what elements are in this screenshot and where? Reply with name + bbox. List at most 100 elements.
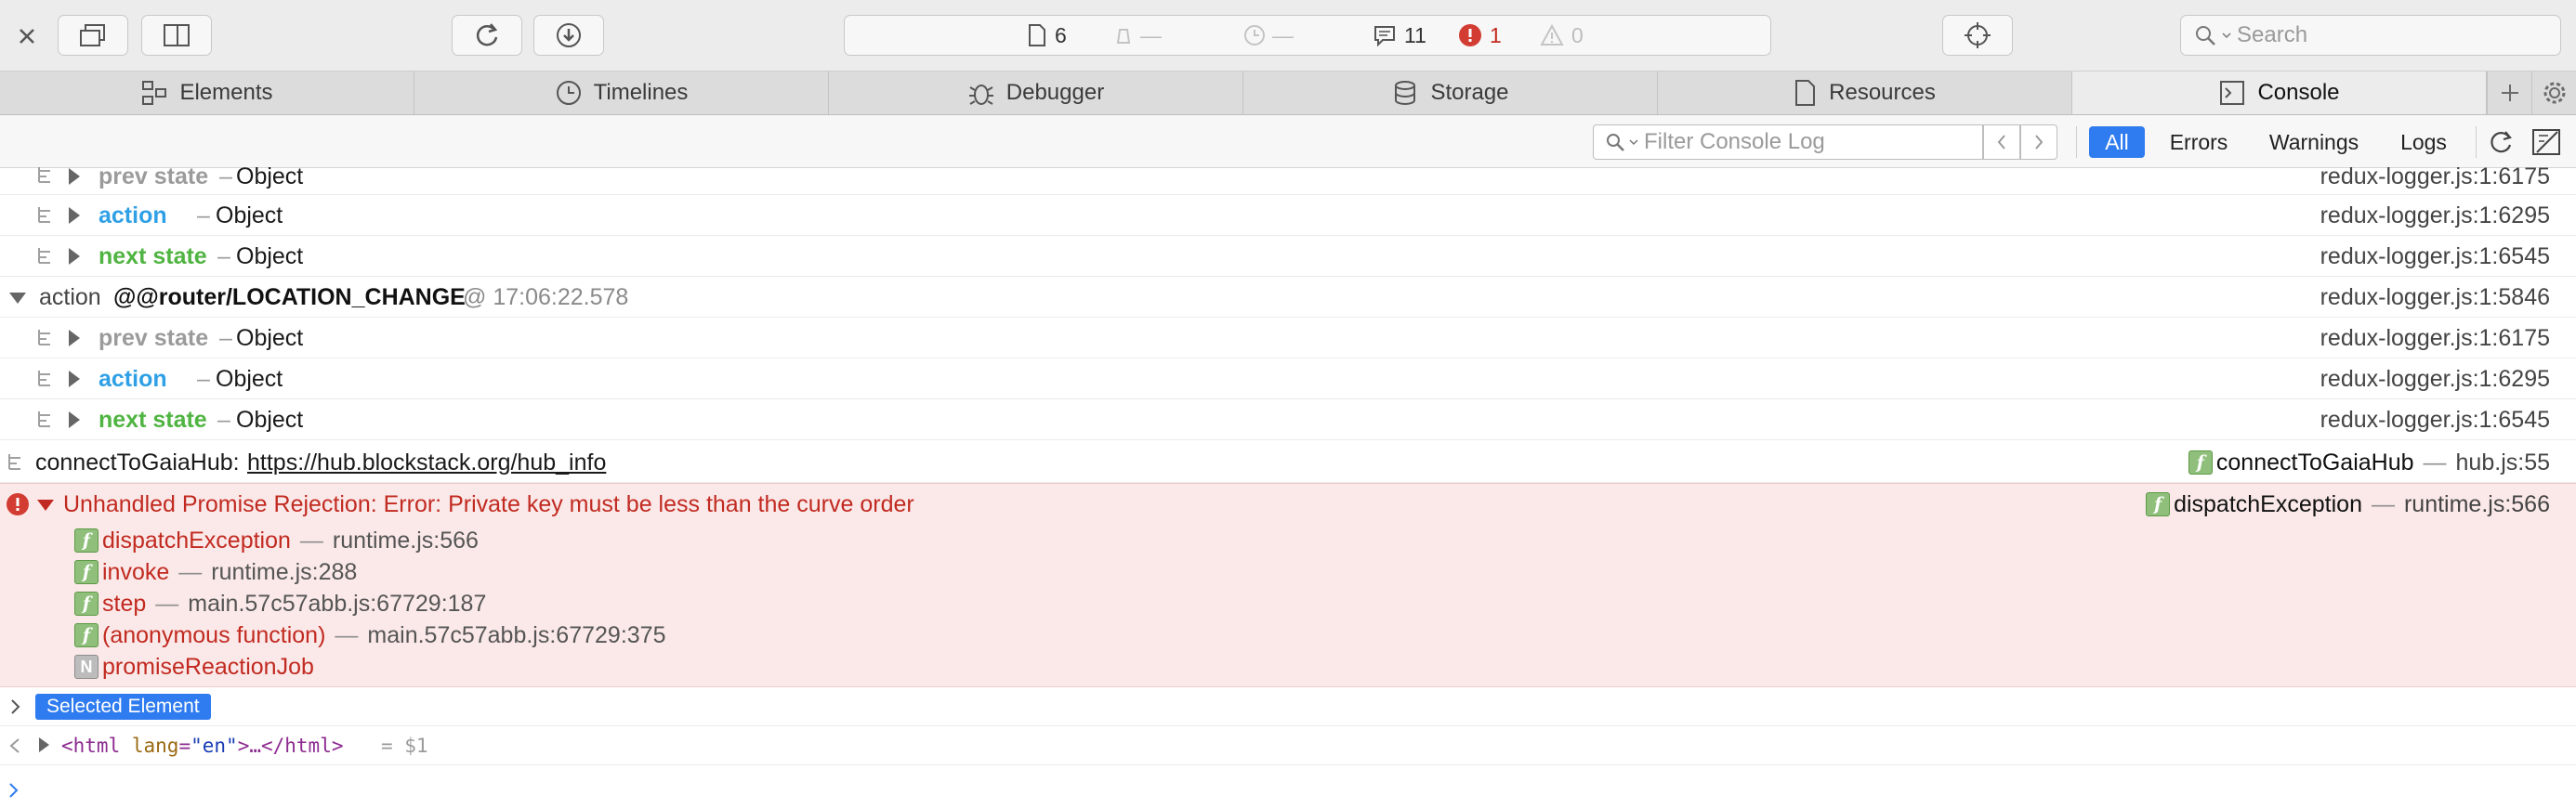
search-icon bbox=[1607, 134, 1624, 151]
errors-count[interactable]: 1 bbox=[1458, 16, 1502, 55]
error-message[interactable]: Unhandled Promise Rejection: Error: Priv… bbox=[0, 483, 2576, 687]
source-link[interactable]: redux-logger.js:1:6295 bbox=[2320, 195, 2550, 236]
console-log-row[interactable]: connectToGaiaHub: https://hub.blockstack… bbox=[0, 442, 2576, 483]
frame-function: invoke bbox=[102, 558, 170, 585]
filter-console-input[interactable]: Filter Console Log bbox=[1593, 124, 1983, 160]
add-tab-button[interactable] bbox=[2487, 72, 2532, 114]
clear-log-icon bbox=[2532, 129, 2560, 155]
object-value[interactable]: Object bbox=[236, 318, 303, 358]
log-source-function: connectToGaiaHub bbox=[2215, 449, 2414, 476]
selected-element-row[interactable]: Selected Element bbox=[0, 687, 2576, 726]
clock-icon bbox=[556, 81, 581, 105]
dash-separator: — bbox=[2371, 490, 2395, 517]
elements-icon bbox=[142, 81, 167, 105]
preserve-log-toggle[interactable] bbox=[2485, 126, 2517, 158]
disclosure-triangle[interactable] bbox=[69, 411, 80, 428]
tab-storage[interactable]: Storage bbox=[1243, 72, 1658, 114]
undock-button[interactable] bbox=[58, 15, 128, 56]
html-attr-name: lang bbox=[131, 735, 179, 757]
result-row[interactable]: <html lang = "en" >…</html> = $1 bbox=[0, 726, 2576, 765]
tab-resources[interactable]: Resources bbox=[1658, 72, 2072, 114]
console-prompt[interactable] bbox=[0, 765, 2576, 808]
inspect-button[interactable] bbox=[1942, 15, 2013, 56]
console-row[interactable]: action – Object redux-logger.js:1:6295 bbox=[0, 195, 2576, 236]
reload-button[interactable] bbox=[452, 15, 522, 56]
warnings-count-value: 0 bbox=[1571, 22, 1584, 47]
stack-frame[interactable]: f step — main.57c57abb.js:67729:187 bbox=[74, 588, 486, 619]
object-value[interactable]: Object bbox=[236, 236, 303, 277]
scope-logs[interactable]: Logs bbox=[2385, 126, 2463, 158]
source-link[interactable]: redux-logger.js:1:6175 bbox=[2320, 158, 2550, 195]
log-link[interactable]: https://hub.blockstack.org/hub_info bbox=[247, 442, 606, 483]
object-value[interactable]: Object bbox=[216, 195, 283, 236]
warnings-count[interactable]: 0 bbox=[1540, 16, 1584, 55]
close-icon[interactable] bbox=[13, 22, 41, 50]
resources-count[interactable]: 6 bbox=[1027, 16, 1067, 55]
console-row[interactable]: prev state – Object redux-logger.js:1:61… bbox=[0, 158, 2576, 195]
scope-all[interactable]: All bbox=[2089, 126, 2145, 158]
load-time[interactable]: — bbox=[1242, 16, 1294, 55]
error-icon bbox=[7, 493, 29, 515]
next-match-button[interactable] bbox=[2020, 124, 2057, 160]
tab-label: Timelines bbox=[593, 80, 689, 105]
tab-bar: Elements Timelines Debugger Storage Reso… bbox=[0, 72, 2576, 115]
frame-location[interactable]: runtime.js:566 bbox=[333, 528, 479, 554]
disclosure-triangle[interactable] bbox=[69, 248, 80, 265]
disclosure-triangle[interactable] bbox=[9, 293, 26, 304]
console-group-header[interactable]: action @@router/LOCATION_CHANGE @ 17:06:… bbox=[0, 277, 2576, 318]
object-value[interactable]: Object bbox=[236, 399, 303, 440]
settings-button[interactable] bbox=[2531, 72, 2576, 114]
tab-console[interactable]: Console bbox=[2072, 72, 2487, 114]
crosshair-icon bbox=[1965, 22, 1991, 48]
log-source[interactable]: f connectToGaiaHub — hub.js:55 bbox=[2188, 442, 2550, 483]
weight-icon bbox=[1116, 29, 1131, 44]
source-link[interactable]: redux-logger.js:1:6545 bbox=[2320, 399, 2550, 440]
html-element[interactable]: <html lang = "en" >…</html> bbox=[61, 726, 343, 765]
console-row[interactable]: prev state – Object redux-logger.js:1:61… bbox=[0, 318, 2576, 358]
download-icon bbox=[557, 23, 581, 47]
tab-debugger[interactable]: Debugger bbox=[829, 72, 1243, 114]
stack-frame[interactable]: f invoke — runtime.js:288 bbox=[74, 556, 357, 588]
frame-function: promiseReactionJob bbox=[102, 653, 314, 680]
previous-match-button[interactable] bbox=[1983, 124, 2020, 160]
group-icon bbox=[38, 411, 50, 427]
console-row[interactable]: next state – Object redux-logger.js:1:65… bbox=[0, 399, 2576, 440]
dock-side-button[interactable] bbox=[141, 15, 212, 56]
scope-warnings[interactable]: Warnings bbox=[2260, 126, 2368, 158]
disclosure-triangle[interactable] bbox=[69, 371, 80, 387]
source-link[interactable]: redux-logger.js:1:6295 bbox=[2320, 358, 2550, 399]
messages-count[interactable]: 11 bbox=[1373, 16, 1426, 55]
tab-timelines[interactable]: Timelines bbox=[414, 72, 829, 114]
disclosure-triangle[interactable] bbox=[69, 330, 80, 346]
object-value[interactable]: Object bbox=[236, 158, 303, 195]
scope-errors[interactable]: Errors bbox=[2160, 126, 2238, 158]
divider bbox=[2076, 126, 2077, 158]
console-row[interactable]: action – Object redux-logger.js:1:6295 bbox=[0, 358, 2576, 399]
frame-location[interactable]: main.57c57abb.js:67729:375 bbox=[367, 622, 665, 649]
console-row[interactable]: next state – Object redux-logger.js:1:65… bbox=[0, 236, 2576, 277]
disclosure-triangle[interactable] bbox=[69, 168, 80, 185]
download-button[interactable] bbox=[533, 15, 604, 56]
disclosure-triangle[interactable] bbox=[69, 207, 80, 224]
tab-elements[interactable]: Elements bbox=[0, 72, 414, 114]
object-value[interactable]: Object bbox=[216, 358, 283, 399]
frame-location[interactable]: runtime.js:288 bbox=[211, 559, 357, 586]
messages-count-value: 11 bbox=[1404, 22, 1426, 47]
clear-console-button[interactable] bbox=[2530, 126, 2567, 158]
search-input[interactable]: Search bbox=[2180, 15, 2561, 56]
result-arrow-icon bbox=[9, 738, 20, 753]
source-link[interactable]: redux-logger.js:1:6175 bbox=[2320, 318, 2550, 358]
action-prefix: action bbox=[39, 283, 101, 310]
stack-frame[interactable]: N promiseReactionJob bbox=[74, 651, 314, 683]
frame-location[interactable]: main.57c57abb.js:67729:187 bbox=[188, 591, 486, 618]
disclosure-triangle[interactable] bbox=[39, 737, 49, 752]
stack-frame[interactable]: f dispatchException — runtime.js:566 bbox=[74, 525, 479, 556]
disclosure-triangle[interactable] bbox=[37, 500, 54, 511]
frame-function: step bbox=[102, 590, 147, 617]
source-link[interactable]: redux-logger.js:1:6545 bbox=[2320, 236, 2550, 277]
source-link[interactable]: redux-logger.js:1:5846 bbox=[2320, 277, 2550, 318]
chevron-right-icon bbox=[11, 699, 20, 714]
error-source[interactable]: f dispatchException — runtime.js:566 bbox=[2146, 484, 2550, 525]
stack-frame[interactable]: f (anonymous function) — main.57c57abb.j… bbox=[74, 619, 666, 651]
network-size[interactable]: — bbox=[1112, 16, 1162, 55]
